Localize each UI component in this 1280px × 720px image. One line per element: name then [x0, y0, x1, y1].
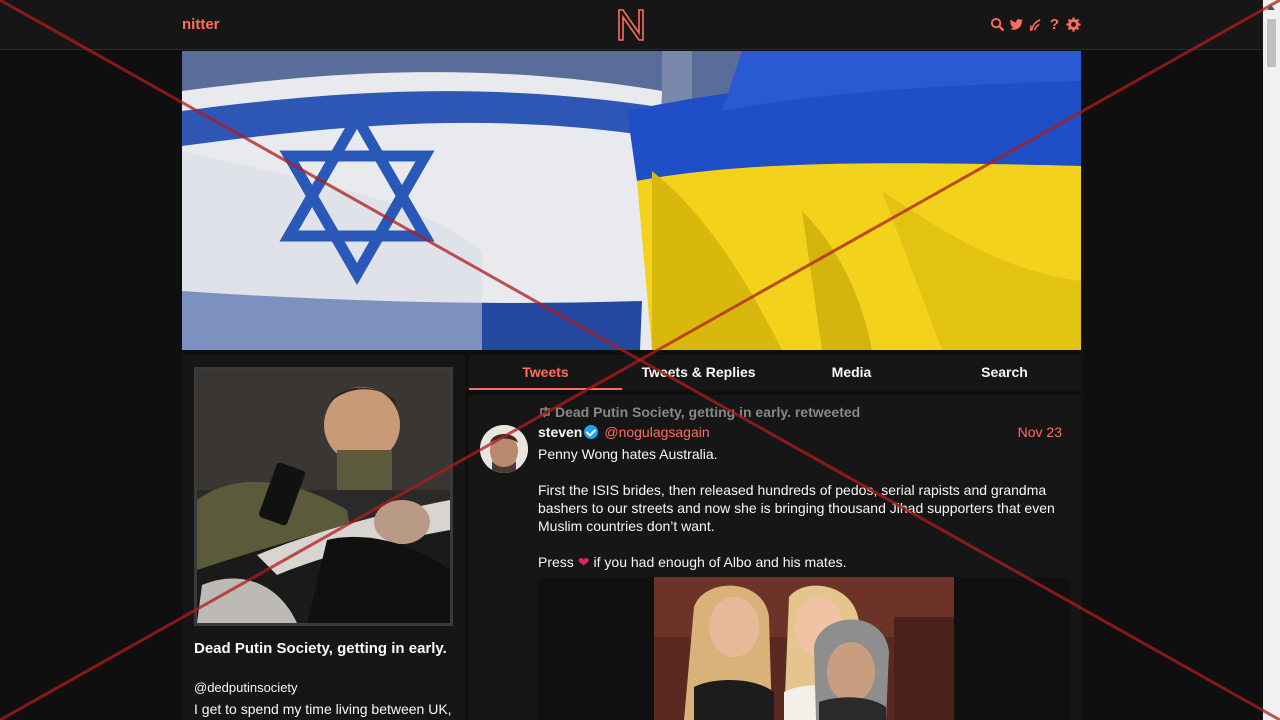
tab-search[interactable]: Search	[928, 355, 1081, 390]
nav-icons: ?	[990, 15, 1081, 33]
timeline: Dead Putin Society, getting in early. re…	[469, 395, 1081, 720]
tweet-avatar[interactable]	[480, 425, 528, 473]
tab-media[interactable]: Media	[775, 355, 928, 390]
heart-icon: ❤	[577, 554, 590, 570]
tweet-paragraph: Press ❤ if you had enough of Albo and his …	[538, 553, 1068, 571]
profile-avatar[interactable]	[194, 367, 453, 626]
nitter-logo-link[interactable]: nitter	[182, 16, 220, 33]
retweet-header: Dead Putin Society, getting in early. re…	[538, 404, 860, 420]
nitter-logo-icon[interactable]	[617, 9, 645, 41]
scroll-thumb[interactable]	[1267, 19, 1276, 67]
retweet-icon	[540, 406, 550, 418]
rss-icon[interactable]	[1028, 15, 1043, 33]
tweet-date[interactable]: Nov 23	[1018, 424, 1062, 440]
profile-card: Dead Putin Society, getting in early. @d…	[182, 355, 465, 720]
tweet-photo[interactable]	[654, 577, 954, 720]
tweet-paragraph: Penny Wong hates Australia.	[538, 446, 718, 462]
timeline-tabs: Tweets Tweets & Replies Media Search	[469, 355, 1081, 390]
tweet-fullname[interactable]: steven	[538, 424, 582, 440]
tweet-text-segment: if you had enough of Albo and his mates.	[593, 554, 847, 570]
profile-bio: I get to spend my time living between UK…	[194, 701, 452, 717]
retweet-text[interactable]: Dead Putin Society, getting in early. re…	[555, 404, 860, 420]
verified-icon	[584, 425, 599, 439]
search-icon[interactable]	[990, 15, 1005, 33]
scroll-up-arrow-icon[interactable]	[1267, 5, 1275, 10]
tab-tweets-replies[interactable]: Tweets & Replies	[622, 355, 775, 390]
tab-tweets[interactable]: Tweets	[469, 355, 622, 390]
tweet-content: Penny Wong hates Australia. First the IS…	[538, 445, 1068, 589]
help-icon[interactable]: ?	[1047, 15, 1062, 33]
gear-icon[interactable]	[1066, 15, 1081, 33]
profile-avatar-image	[197, 370, 450, 623]
tweet-text-segment: Press	[538, 554, 574, 570]
tweet-username[interactable]: @nogulagsagain	[604, 424, 709, 440]
tweet-photo-image	[654, 577, 954, 720]
tweet-attachment[interactable]	[538, 577, 1071, 720]
profile-handle[interactable]: @dedputinsociety	[194, 680, 298, 695]
profile-display-name: Dead Putin Society, getting in early.	[194, 640, 447, 657]
page-scrollbar[interactable]	[1263, 0, 1280, 720]
tweet-header: steven @nogulagsagain Nov 23	[538, 424, 1071, 442]
tweet-paragraph: First the ISIS brides, then released hun…	[538, 482, 1055, 534]
twitter-icon[interactable]	[1009, 15, 1024, 33]
profile-banner[interactable]	[182, 51, 1081, 350]
tweet-avatar-image	[480, 425, 528, 473]
navbar: nitter ?	[0, 0, 1263, 50]
israel-ukraine-flags-image	[182, 51, 1081, 350]
